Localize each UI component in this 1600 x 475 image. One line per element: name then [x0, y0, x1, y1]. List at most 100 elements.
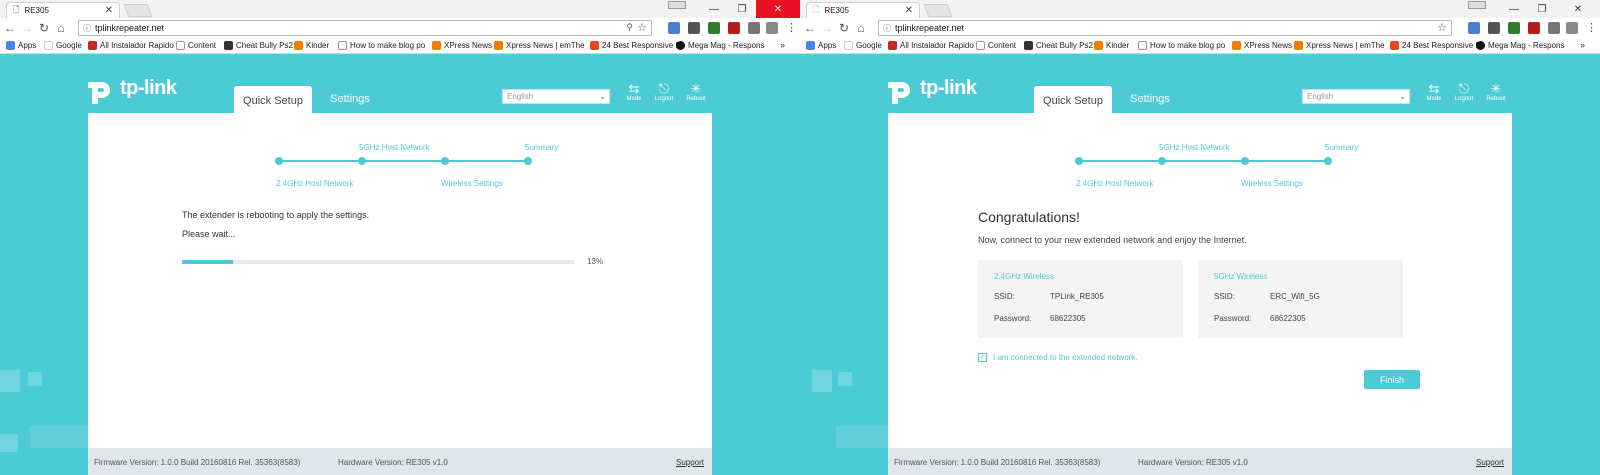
bookmark-item[interactable]: Kinder [294, 41, 329, 50]
bookmark-item[interactable]: 24 Best Responsive Pr [1390, 41, 1483, 50]
title-bar: 🗋 RE305 ✕ — ❐ ✕ [0, 0, 800, 18]
translate-ext-icon[interactable] [1468, 22, 1480, 34]
key-icon[interactable]: ⚲ [626, 22, 633, 33]
back-icon[interactable]: ← [803, 21, 817, 35]
bookmark-item[interactable]: How to make blog po [1138, 41, 1225, 50]
bookmark-star-icon[interactable]: ☆ [1437, 21, 1447, 34]
tab-close-icon[interactable]: ✕ [105, 5, 113, 16]
wait-message: Please wait... [182, 229, 236, 239]
extension-icon[interactable] [708, 22, 720, 34]
close-window-icon[interactable]: ✕ [756, 0, 800, 18]
bookmark-icon [590, 41, 599, 50]
support-link[interactable]: Support [676, 458, 704, 467]
maximize-icon[interactable]: ❐ [1528, 0, 1556, 18]
connected-checkbox-row[interactable]: ✓ I am connected to the extended network… [978, 353, 1138, 362]
reload-icon[interactable]: ↻ [837, 21, 851, 35]
bookmark-item[interactable]: Cheat Bully Ps2 [1024, 41, 1093, 50]
progress-percent: 13% [587, 257, 604, 266]
close-window-icon[interactable]: ✕ [1556, 0, 1600, 18]
bookmarks-overflow-icon[interactable]: » [1580, 40, 1585, 50]
step-dot [275, 157, 283, 165]
forward-icon[interactable]: → [20, 21, 34, 35]
forward-icon[interactable]: → [820, 21, 834, 35]
logout-button[interactable]: ⎋ Logout [650, 82, 678, 103]
bookmark-item[interactable]: Content [176, 41, 216, 50]
tab-quick-setup[interactable]: Quick Setup [1034, 86, 1112, 115]
mode-button[interactable]: ⇆ Mode [620, 82, 648, 103]
mode-button[interactable]: ⇆ Mode [1420, 82, 1448, 103]
language-select[interactable]: English ⌄ [1302, 89, 1410, 104]
logout-button[interactable]: ⎋ Logout [1450, 82, 1478, 103]
step-label: Wireless Settings [441, 179, 503, 188]
bookmark-item[interactable]: All Instalador Rapido [88, 41, 174, 50]
finish-button[interactable]: Finish [1364, 370, 1420, 389]
new-tab-button[interactable] [123, 4, 153, 17]
language-select[interactable]: English ⌄ [502, 89, 610, 104]
home-icon[interactable]: ⌂ [854, 21, 868, 35]
password-label: Password: [1214, 314, 1252, 323]
bookmark-item[interactable]: Mega Mag - Respons [676, 41, 764, 50]
step-label: 5GHz Host Network [1159, 143, 1230, 152]
new-tab-button[interactable] [923, 4, 953, 17]
gamepad-icon [224, 41, 233, 50]
bookmark-item[interactable]: Cheat Bully Ps2 [224, 41, 293, 50]
bookmark-item[interactable]: Mega Mag - Respons [1476, 41, 1564, 50]
menu-icon[interactable]: ⋮ [1586, 21, 1597, 34]
extension-icon[interactable] [1508, 22, 1520, 34]
bookmark-star-icon[interactable]: ☆ [637, 21, 647, 34]
bookmark-google[interactable]: Google [44, 41, 82, 50]
extension-icon[interactable] [1528, 22, 1540, 34]
decor-square [812, 370, 832, 392]
extension-icon[interactable] [1566, 22, 1578, 34]
tab-settings[interactable]: Settings [1120, 86, 1180, 112]
footer: Firmware Version: 1.0.0 Build 20160816 R… [88, 448, 712, 475]
tab-title: RE305 [24, 6, 49, 15]
bookmark-icon [676, 41, 685, 50]
profile-badge[interactable] [1468, 1, 1486, 9]
checkmark-icon[interactable]: ✓ [978, 353, 987, 362]
extension-icon[interactable] [728, 22, 740, 34]
browser-tab[interactable]: 🗋 RE305 ✕ [806, 2, 920, 18]
bookmark-item[interactable]: 24 Best Responsive Pr [590, 41, 683, 50]
congratulations-title: Congratulations! [978, 209, 1080, 225]
maximize-icon[interactable]: ❐ [728, 0, 756, 18]
bookmark-item[interactable]: XPress News [1232, 41, 1292, 50]
minimize-icon[interactable]: — [700, 0, 728, 18]
bookmarks-overflow-icon[interactable]: » [780, 40, 785, 50]
url-input[interactable]: ⓘ tplinkrepeater.net ☆ [878, 20, 1452, 36]
home-icon[interactable]: ⌂ [54, 21, 68, 35]
bookmark-apps[interactable]: Apps [806, 41, 836, 50]
tab-settings[interactable]: Settings [320, 86, 380, 112]
bookmark-item[interactable]: XPress News [432, 41, 492, 50]
blogger-icon [432, 41, 441, 50]
bookmark-google[interactable]: Google [844, 41, 882, 50]
tab-close-icon[interactable]: ✕ [905, 5, 913, 16]
camera-icon[interactable] [1548, 22, 1560, 34]
camera-icon[interactable] [748, 22, 760, 34]
bookmark-item[interactable]: Xpress News | emThe [1294, 41, 1385, 50]
bookmark-item[interactable]: All Instalador Rapido [888, 41, 974, 50]
translate-ext-icon[interactable] [668, 22, 680, 34]
reboot-button[interactable]: ✳ Reboot [682, 81, 710, 103]
support-link[interactable]: Support [1476, 458, 1504, 467]
bookmark-item[interactable]: How to make blog po [338, 41, 425, 50]
decor-square [28, 372, 42, 386]
profile-badge[interactable] [668, 1, 686, 9]
extension-icon[interactable] [766, 22, 778, 34]
reboot-icon: ✳ [690, 81, 702, 96]
step-dot [524, 157, 532, 165]
bookmark-apps[interactable]: Apps [6, 41, 36, 50]
bookmark-item[interactable]: Xpress News | emThe [494, 41, 585, 50]
menu-icon[interactable]: ⋮ [786, 21, 797, 34]
url-input[interactable]: ⓘ tplinkrepeater.net ⚲ ☆ [78, 20, 652, 36]
bookmark-item[interactable]: Content [976, 41, 1016, 50]
extension-icon[interactable] [1488, 22, 1500, 34]
tab-quick-setup[interactable]: Quick Setup [234, 86, 312, 115]
minimize-icon[interactable]: — [1500, 0, 1528, 18]
reboot-button[interactable]: ✳ Reboot [1482, 82, 1510, 103]
extension-icon[interactable] [688, 22, 700, 34]
reload-icon[interactable]: ↻ [37, 21, 51, 35]
bookmark-item[interactable]: Kinder [1094, 41, 1129, 50]
browser-tab[interactable]: 🗋 RE305 ✕ [6, 2, 120, 18]
back-icon[interactable]: ← [3, 21, 17, 35]
